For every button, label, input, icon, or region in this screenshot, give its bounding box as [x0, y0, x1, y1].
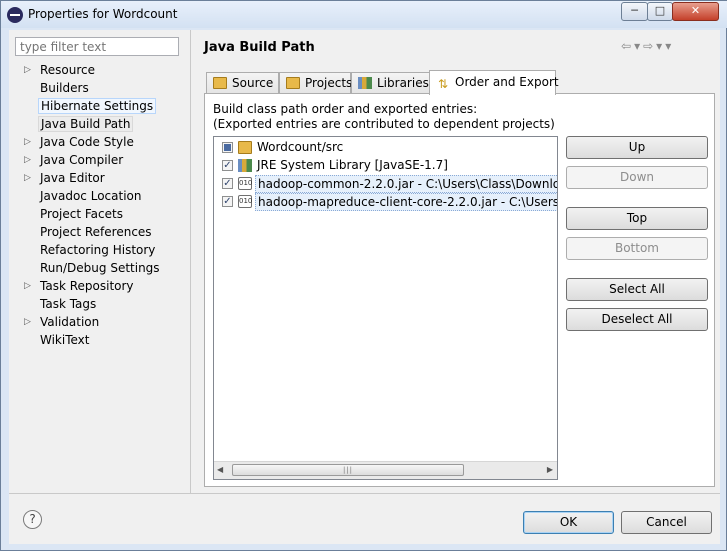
top-button[interactable]: Top — [566, 207, 708, 230]
description-line: Build class path order and exported entr… — [213, 102, 478, 116]
page-navigation: ⇦▾⇨▾▾ — [621, 39, 674, 53]
tab-projects[interactable]: Projects — [279, 72, 353, 94]
entry-label: hadoop-mapreduce-client-core-2.2.0.jar -… — [255, 193, 557, 211]
ok-button[interactable]: OK — [523, 511, 614, 534]
scrollbar-thumb[interactable]: ||| — [232, 464, 464, 476]
bottom-button[interactable]: Bottom — [566, 237, 708, 260]
nav-item-label: Project Facets — [40, 207, 123, 221]
nav-item-label: Validation — [40, 315, 100, 329]
nav-item-hibernate-settings[interactable]: Hibernate Settings — [19, 97, 189, 115]
description-line: (Exported entries are contributed to dep… — [213, 117, 555, 131]
nav-item-label: WikiText — [40, 333, 90, 347]
classpath-entry-list[interactable]: Wordcount/src ✓ JRE System Library [Java… — [213, 136, 558, 480]
nav-item-wikitext[interactable]: WikiText — [19, 331, 189, 349]
view-menu-icon[interactable]: ▾ — [665, 39, 674, 53]
select-all-button[interactable]: Select All — [566, 278, 708, 301]
nav-item-java-build-path[interactable]: Java Build Path — [19, 115, 189, 133]
export-checkbox[interactable]: ✓ — [222, 178, 233, 189]
nav-item-label: Javadoc Location — [40, 189, 142, 203]
tab-order-and-export[interactable]: ⇅ Order and Export — [429, 70, 559, 95]
tab-label: Source — [232, 76, 274, 90]
libraries-icon — [358, 77, 372, 89]
nav-item-resource[interactable]: ▷ Resource — [19, 61, 189, 79]
filter-input[interactable] — [15, 37, 179, 56]
button-bar-separator — [9, 493, 720, 494]
tab-libraries[interactable]: Libraries — [351, 72, 430, 94]
nav-item-java-code-style[interactable]: ▷ Java Code Style — [19, 133, 189, 151]
forward-menu-icon[interactable]: ▾ — [656, 39, 665, 53]
dialog-client-area: ▷ Resource Builders Hibernate Settings Ja… — [9, 30, 720, 544]
minimize-button[interactable]: ─ — [621, 2, 648, 21]
maximize-button[interactable]: □ — [647, 2, 673, 21]
order-export-panel: Build class path order and exported entr… — [204, 93, 715, 487]
tab-label: Projects — [305, 76, 353, 90]
horizontal-scrollbar[interactable]: ◀ ||| ▶ — [214, 461, 557, 479]
export-checkbox[interactable] — [222, 142, 233, 153]
jar-icon: 010 — [238, 177, 252, 190]
nav-item-label: Hibernate Settings — [38, 98, 157, 114]
back-arrow-icon[interactable]: ⇦ — [621, 39, 634, 53]
nav-item-label: Refactoring History — [40, 243, 156, 257]
nav-item-refactoring-history[interactable]: Refactoring History — [19, 241, 189, 259]
deselect-all-button[interactable]: Deselect All — [566, 308, 708, 331]
nav-item-label: Java Code Style — [40, 135, 134, 149]
nav-item-java-editor[interactable]: ▷ Java Editor — [19, 169, 189, 187]
jar-icon: 010 — [238, 195, 252, 208]
window-title: Properties for Wordcount — [28, 7, 178, 21]
help-icon[interactable]: ? — [23, 510, 42, 529]
page-title: Java Build Path — [204, 40, 315, 55]
back-menu-icon[interactable]: ▾ — [634, 39, 643, 53]
projects-folder-icon — [286, 77, 300, 89]
cancel-button[interactable]: Cancel — [621, 511, 712, 534]
nav-item-label: Project References — [40, 225, 152, 239]
entry-label: JRE System Library [JavaSE-1.7] — [257, 158, 448, 172]
nav-item-builders[interactable]: Builders — [19, 79, 189, 97]
nav-item-label: Java Build Path — [38, 116, 134, 132]
nav-item-validation[interactable]: ▷ Validation — [19, 313, 189, 331]
panel-description: Build class path order and exported entr… — [213, 102, 555, 132]
nav-item-task-tags[interactable]: Task Tags — [19, 295, 189, 313]
nav-item-javadoc-location[interactable]: Javadoc Location — [19, 187, 189, 205]
nav-item-task-repository[interactable]: ▷ Task Repository — [19, 277, 189, 295]
nav-item-label: Run/Debug Settings — [40, 261, 160, 275]
down-button[interactable]: Down — [566, 166, 708, 189]
nav-item-label: Builders — [40, 81, 89, 95]
nav-item-project-facets[interactable]: Project Facets — [19, 205, 189, 223]
nav-item-run-debug-settings[interactable]: Run/Debug Settings — [19, 259, 189, 277]
library-icon — [238, 159, 252, 172]
nav-item-label: Resource — [40, 63, 96, 77]
expand-arrow-icon[interactable]: ▷ — [24, 151, 31, 169]
nav-item-label: Task Repository — [40, 279, 134, 293]
expand-arrow-icon[interactable]: ▷ — [24, 61, 31, 79]
close-button[interactable]: ✕ — [672, 2, 719, 21]
scroll-right-icon[interactable]: ▶ — [547, 465, 553, 474]
nav-item-project-references[interactable]: Project References — [19, 223, 189, 241]
pane-divider[interactable] — [190, 30, 191, 493]
nav-item-label: Task Tags — [40, 297, 97, 311]
nav-item-label: Java Compiler — [40, 153, 124, 167]
export-checkbox[interactable]: ✓ — [222, 160, 233, 171]
expand-arrow-icon[interactable]: ▷ — [24, 313, 31, 331]
tab-label: Libraries — [377, 76, 429, 90]
entry-label: Wordcount/src — [257, 140, 344, 154]
source-folder-icon — [238, 141, 252, 154]
export-checkbox[interactable]: ✓ — [222, 196, 233, 207]
up-button[interactable]: Up — [566, 136, 708, 159]
property-page-tree: ▷ Resource Builders Hibernate Settings Ja… — [19, 61, 189, 349]
tab-source[interactable]: Source — [206, 72, 279, 94]
eclipse-icon — [7, 7, 23, 23]
source-folder-icon — [213, 77, 227, 89]
order-export-icon: ⇅ — [437, 77, 449, 91]
expand-arrow-icon[interactable]: ▷ — [24, 133, 31, 151]
tab-label: Order and Export — [455, 75, 559, 89]
expand-arrow-icon[interactable]: ▷ — [24, 169, 31, 187]
entry-label: hadoop-common-2.2.0.jar - C:\Users\Class… — [255, 175, 557, 193]
nav-item-label: Java Editor — [40, 171, 105, 185]
properties-dialog: Properties for Wordcount ─ □ ✕ ▷ Resource… — [0, 0, 727, 551]
forward-arrow-icon[interactable]: ⇨ — [643, 39, 656, 53]
title-bar: Properties for Wordcount ─ □ ✕ — [1, 1, 727, 28]
expand-arrow-icon[interactable]: ▷ — [24, 277, 31, 295]
scroll-left-icon[interactable]: ◀ — [217, 465, 223, 474]
nav-item-java-compiler[interactable]: ▷ Java Compiler — [19, 151, 189, 169]
